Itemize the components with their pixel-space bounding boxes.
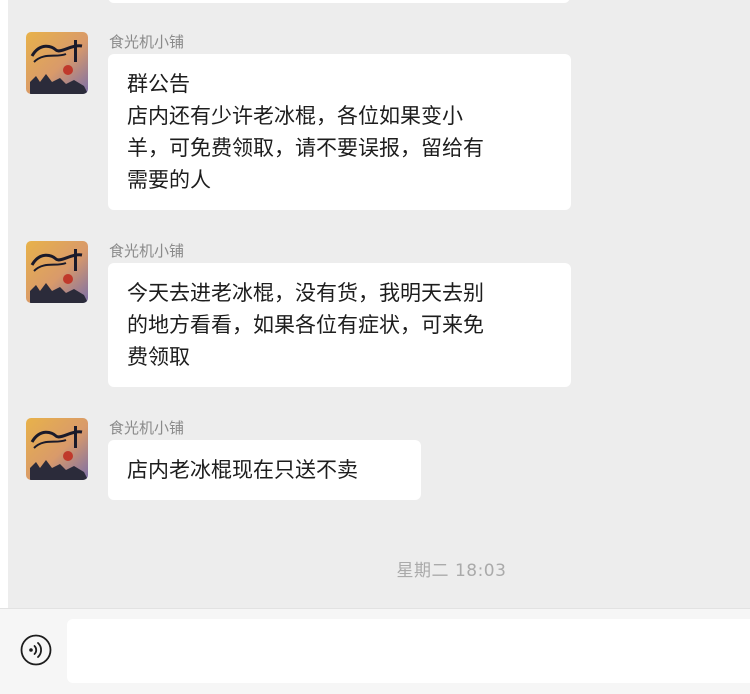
message-bubble[interactable]: 群公告 店内还有少许老冰棍，各位如果变小 羊，可免费领取，请不要误报，留给有 需…	[108, 54, 571, 210]
message-text-line: 的地方看看，如果各位有症状，可来免	[127, 313, 484, 337]
message-text-line: 店内还有少许老冰棍，各位如果变小	[127, 104, 463, 128]
sender-name: 食光机小铺	[109, 33, 185, 51]
avatar[interactable]	[26, 241, 88, 303]
shop-avatar-image	[26, 241, 88, 303]
previous-message-bubble-edge	[108, 0, 570, 3]
message-text-line: 费领取	[127, 345, 190, 369]
sender-name: 食光机小铺	[109, 242, 185, 260]
message-text-line: 店内老冰棍现在只送不卖	[127, 458, 358, 482]
shop-avatar-image	[26, 32, 88, 94]
shop-avatar-image	[26, 418, 88, 480]
message-bubble[interactable]: 店内老冰棍现在只送不卖	[108, 440, 421, 500]
avatar[interactable]	[26, 32, 88, 94]
message-text-line: 需要的人	[127, 168, 211, 192]
message-text-line: 群公告	[127, 72, 190, 96]
input-bar	[0, 608, 750, 694]
voice-input-icon	[20, 634, 52, 666]
avatar[interactable]	[26, 418, 88, 480]
message-input[interactable]	[67, 619, 750, 683]
message-timestamp: 星期二 18:03	[396, 561, 507, 581]
sender-name: 食光机小铺	[109, 419, 185, 437]
message-bubble[interactable]: 今天去进老冰棍，没有货，我明天去别 的地方看看，如果各位有症状，可来免 费领取	[108, 263, 571, 387]
left-edge-strip	[0, 0, 8, 608]
message-text-line: 羊，可免费领取，请不要误报，留给有	[127, 136, 484, 160]
message-text-line: 今天去进老冰棍，没有货，我明天去别	[127, 281, 484, 305]
chat-area[interactable]: 食光机小铺 群公告 店内还有少许老冰棍，各位如果变小 羊，可免费领取，请不要误报…	[8, 0, 750, 608]
voice-input-button[interactable]	[20, 634, 52, 666]
